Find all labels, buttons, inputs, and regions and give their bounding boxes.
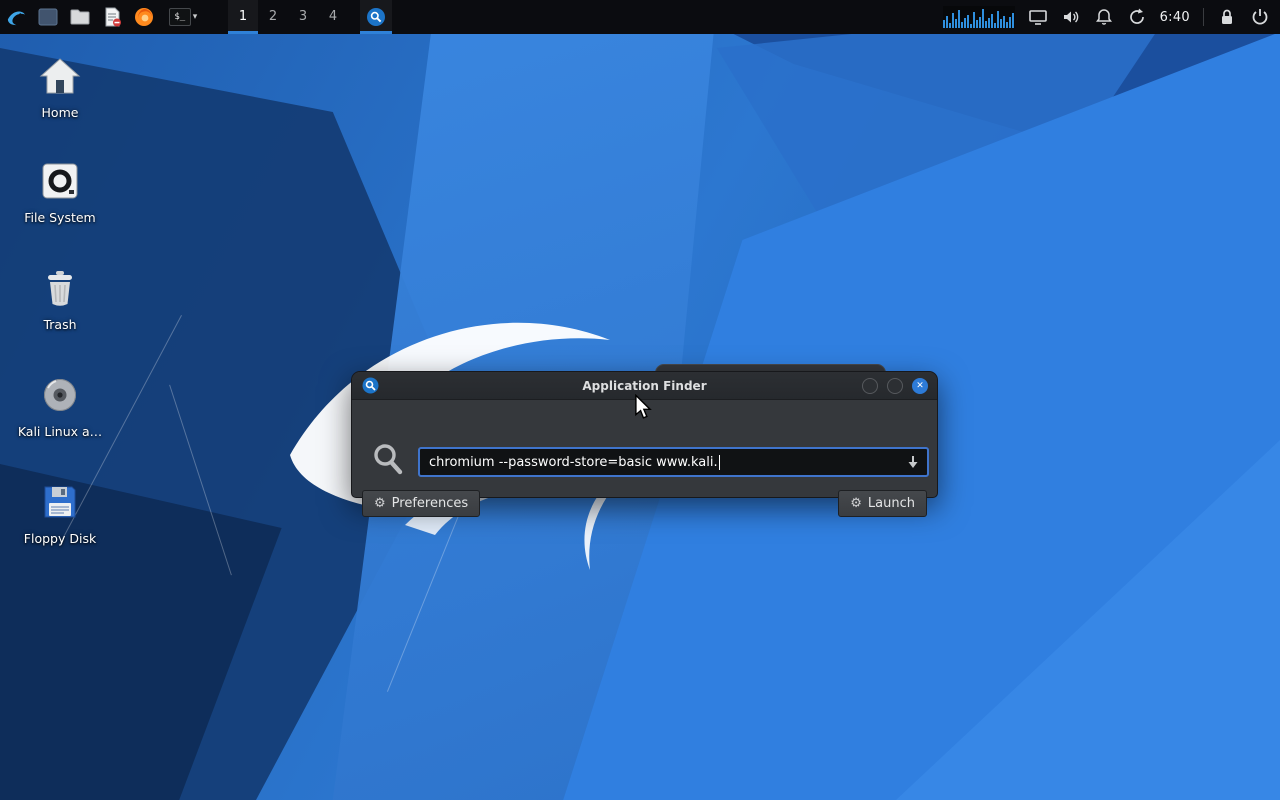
launch-button[interactable]: ⚙ Launch [838, 490, 927, 517]
desktop-icon-label: File System [14, 210, 106, 225]
desktop-icon-kali-cd[interactable]: Kali Linux a… [14, 371, 106, 439]
app-window-icon [37, 7, 59, 27]
power-icon[interactable] [1250, 7, 1270, 27]
home-icon [14, 52, 106, 100]
chevron-down-icon: ▾ [193, 12, 198, 22]
minimize-button[interactable] [862, 378, 878, 394]
window-button-files[interactable] [64, 0, 96, 34]
desktop-icon-label: Trash [14, 317, 106, 332]
text-caret [719, 455, 720, 470]
workspace-4[interactable]: 4 [318, 0, 348, 34]
desktop-icon-home[interactable]: Home [14, 52, 106, 120]
window-titlebar[interactable]: Application Finder [352, 372, 937, 400]
preferences-label: Preferences [392, 496, 468, 511]
wallpaper-crack [169, 385, 232, 576]
window-title: Application Finder [352, 379, 937, 393]
panel-separator [1203, 8, 1204, 26]
close-button[interactable] [912, 378, 928, 394]
desktop-icon-filesystem[interactable]: File System [14, 157, 106, 225]
lock-icon[interactable] [1217, 7, 1237, 27]
window-button-editor[interactable] [96, 0, 128, 34]
terminal-icon: $_ [169, 8, 191, 26]
app-finder-task-icon [366, 7, 386, 27]
window-button-terminal[interactable]: $_ ▾ [160, 0, 206, 34]
folder-icon [69, 7, 91, 27]
clock[interactable]: 6:40 [1160, 10, 1190, 25]
launch-label: Launch [868, 496, 915, 511]
updates-icon[interactable] [1127, 7, 1147, 27]
workspace-3[interactable]: 3 [288, 0, 318, 34]
desktop-icon-label: Floppy Disk [14, 531, 106, 546]
applications-menu-button[interactable] [0, 0, 32, 34]
window-button-firefox[interactable] [128, 0, 160, 34]
command-text: chromium --password-store=basic www.kali… [429, 455, 718, 470]
desktop-screen: Home File System Trash Kali Linux a… Flo… [0, 0, 1280, 800]
floppy-icon [14, 478, 106, 526]
notifications-bell-icon[interactable] [1094, 7, 1114, 27]
workspace-2[interactable]: 2 [258, 0, 288, 34]
document-icon [101, 7, 123, 27]
workspace-1[interactable]: 1 [228, 0, 258, 34]
app-finder-icon [362, 377, 379, 394]
search-icon [372, 443, 404, 477]
gear-icon: ⚙ [374, 496, 386, 511]
desktop-icon-label: Home [14, 105, 106, 120]
top-panel: $_ ▾ 1 2 3 4 [0, 0, 1280, 34]
display-icon[interactable] [1028, 7, 1048, 27]
taskbar-app-finder[interactable] [360, 0, 392, 34]
desktop-icon-label: Kali Linux a… [14, 424, 106, 439]
drive-icon [14, 157, 106, 205]
workspace-switcher: 1 2 3 4 [228, 0, 348, 34]
firefox-icon [133, 7, 155, 27]
volume-icon[interactable] [1061, 7, 1081, 27]
application-finder-window: Application Finder chromium --password-s… [351, 371, 938, 498]
trash-icon [14, 264, 106, 312]
run-gear-icon: ⚙ [850, 496, 862, 511]
maximize-button[interactable] [887, 378, 903, 394]
window-button-app[interactable] [32, 0, 64, 34]
kali-logo-icon [5, 6, 28, 29]
desktop-icon-trash[interactable]: Trash [14, 264, 106, 332]
desktop-icon-floppy[interactable]: Floppy Disk [14, 478, 106, 546]
command-input[interactable]: chromium --password-store=basic www.kali… [418, 447, 929, 477]
preferences-button[interactable]: ⚙ Preferences [362, 490, 480, 517]
disc-icon [14, 371, 106, 419]
dropdown-arrow-icon[interactable] [906, 455, 920, 469]
cpu-graph[interactable] [943, 6, 1015, 28]
